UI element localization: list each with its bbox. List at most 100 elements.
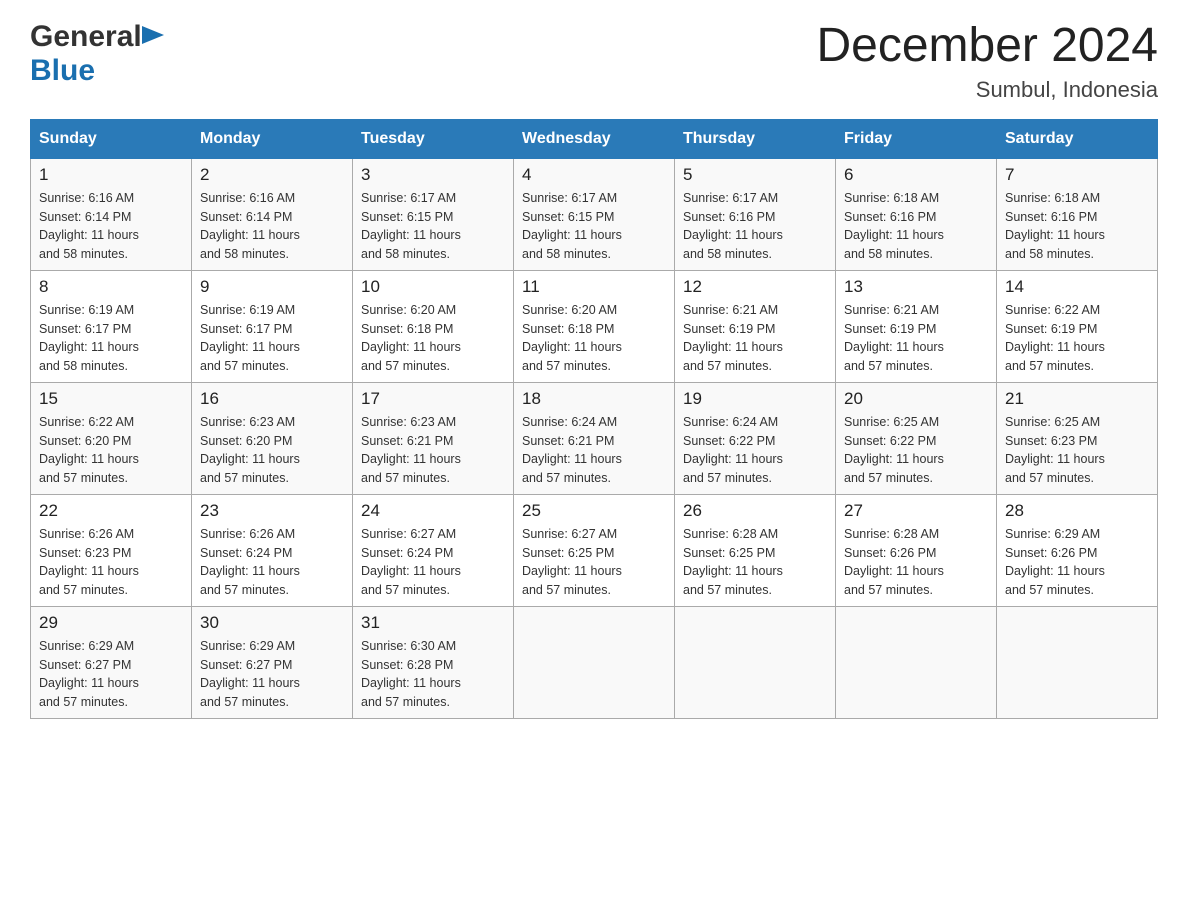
week-row-3: 15 Sunrise: 6:22 AM Sunset: 6:20 PM Dayl… [31,382,1158,494]
day-info: Sunrise: 6:21 AM Sunset: 6:19 PM Dayligh… [683,301,827,376]
header-monday: Monday [192,119,353,158]
day-number: 22 [39,501,183,521]
header-wednesday: Wednesday [514,119,675,158]
header-friday: Friday [836,119,997,158]
logo-general-text: General [30,20,142,54]
header-sunday: Sunday [31,119,192,158]
day-info: Sunrise: 6:29 AM Sunset: 6:27 PM Dayligh… [200,637,344,712]
day-number: 20 [844,389,988,409]
day-number: 7 [1005,165,1149,185]
day-number: 27 [844,501,988,521]
calendar-cell: 2 Sunrise: 6:16 AM Sunset: 6:14 PM Dayli… [192,158,353,270]
logo-blue-text: Blue [30,54,95,88]
day-number: 10 [361,277,505,297]
header-saturday: Saturday [997,119,1158,158]
day-info: Sunrise: 6:17 AM Sunset: 6:15 PM Dayligh… [522,189,666,264]
day-info: Sunrise: 6:16 AM Sunset: 6:14 PM Dayligh… [200,189,344,264]
calendar-cell [836,606,997,718]
day-info: Sunrise: 6:24 AM Sunset: 6:21 PM Dayligh… [522,413,666,488]
calendar-title-area: December 2024 Sumbul, Indonesia [816,20,1158,103]
day-number: 25 [522,501,666,521]
calendar-cell: 18 Sunrise: 6:24 AM Sunset: 6:21 PM Dayl… [514,382,675,494]
day-info: Sunrise: 6:16 AM Sunset: 6:14 PM Dayligh… [39,189,183,264]
week-row-2: 8 Sunrise: 6:19 AM Sunset: 6:17 PM Dayli… [31,270,1158,382]
calendar-cell: 1 Sunrise: 6:16 AM Sunset: 6:14 PM Dayli… [31,158,192,270]
day-number: 9 [200,277,344,297]
day-info: Sunrise: 6:24 AM Sunset: 6:22 PM Dayligh… [683,413,827,488]
calendar-title: December 2024 [816,20,1158,73]
header-tuesday: Tuesday [353,119,514,158]
page-header: General Blue December 2024 Sumbul, Indon… [30,20,1158,103]
day-number: 1 [39,165,183,185]
calendar-cell: 8 Sunrise: 6:19 AM Sunset: 6:17 PM Dayli… [31,270,192,382]
calendar-cell: 9 Sunrise: 6:19 AM Sunset: 6:17 PM Dayli… [192,270,353,382]
day-info: Sunrise: 6:27 AM Sunset: 6:24 PM Dayligh… [361,525,505,600]
calendar-cell: 6 Sunrise: 6:18 AM Sunset: 6:16 PM Dayli… [836,158,997,270]
day-number: 11 [522,277,666,297]
day-info: Sunrise: 6:28 AM Sunset: 6:26 PM Dayligh… [844,525,988,600]
calendar-cell: 4 Sunrise: 6:17 AM Sunset: 6:15 PM Dayli… [514,158,675,270]
day-number: 29 [39,613,183,633]
day-info: Sunrise: 6:27 AM Sunset: 6:25 PM Dayligh… [522,525,666,600]
day-number: 18 [522,389,666,409]
calendar-cell [675,606,836,718]
calendar-header-row: SundayMondayTuesdayWednesdayThursdayFrid… [31,119,1158,158]
calendar-cell: 30 Sunrise: 6:29 AM Sunset: 6:27 PM Dayl… [192,606,353,718]
calendar-cell: 23 Sunrise: 6:26 AM Sunset: 6:24 PM Dayl… [192,494,353,606]
header-thursday: Thursday [675,119,836,158]
logo: General Blue [30,20,164,88]
day-number: 2 [200,165,344,185]
calendar-cell: 15 Sunrise: 6:22 AM Sunset: 6:20 PM Dayl… [31,382,192,494]
calendar-cell: 10 Sunrise: 6:20 AM Sunset: 6:18 PM Dayl… [353,270,514,382]
day-number: 28 [1005,501,1149,521]
calendar-cell [997,606,1158,718]
day-number: 16 [200,389,344,409]
day-number: 4 [522,165,666,185]
day-info: Sunrise: 6:25 AM Sunset: 6:23 PM Dayligh… [1005,413,1149,488]
day-number: 8 [39,277,183,297]
day-info: Sunrise: 6:22 AM Sunset: 6:20 PM Dayligh… [39,413,183,488]
calendar-cell: 14 Sunrise: 6:22 AM Sunset: 6:19 PM Dayl… [997,270,1158,382]
day-info: Sunrise: 6:17 AM Sunset: 6:15 PM Dayligh… [361,189,505,264]
day-number: 12 [683,277,827,297]
calendar-cell: 31 Sunrise: 6:30 AM Sunset: 6:28 PM Dayl… [353,606,514,718]
calendar-cell: 27 Sunrise: 6:28 AM Sunset: 6:26 PM Dayl… [836,494,997,606]
day-info: Sunrise: 6:17 AM Sunset: 6:16 PM Dayligh… [683,189,827,264]
calendar-cell: 16 Sunrise: 6:23 AM Sunset: 6:20 PM Dayl… [192,382,353,494]
day-number: 13 [844,277,988,297]
logo-arrow-icon [142,26,164,49]
calendar-subtitle: Sumbul, Indonesia [816,77,1158,103]
day-number: 15 [39,389,183,409]
day-number: 6 [844,165,988,185]
day-number: 14 [1005,277,1149,297]
week-row-5: 29 Sunrise: 6:29 AM Sunset: 6:27 PM Dayl… [31,606,1158,718]
week-row-1: 1 Sunrise: 6:16 AM Sunset: 6:14 PM Dayli… [31,158,1158,270]
day-info: Sunrise: 6:23 AM Sunset: 6:21 PM Dayligh… [361,413,505,488]
calendar-cell: 12 Sunrise: 6:21 AM Sunset: 6:19 PM Dayl… [675,270,836,382]
calendar-cell: 24 Sunrise: 6:27 AM Sunset: 6:24 PM Dayl… [353,494,514,606]
calendar-cell [514,606,675,718]
day-number: 5 [683,165,827,185]
day-info: Sunrise: 6:29 AM Sunset: 6:26 PM Dayligh… [1005,525,1149,600]
calendar-cell: 17 Sunrise: 6:23 AM Sunset: 6:21 PM Dayl… [353,382,514,494]
day-info: Sunrise: 6:29 AM Sunset: 6:27 PM Dayligh… [39,637,183,712]
day-info: Sunrise: 6:19 AM Sunset: 6:17 PM Dayligh… [200,301,344,376]
day-number: 26 [683,501,827,521]
day-info: Sunrise: 6:23 AM Sunset: 6:20 PM Dayligh… [200,413,344,488]
calendar-cell: 25 Sunrise: 6:27 AM Sunset: 6:25 PM Dayl… [514,494,675,606]
calendar-cell: 7 Sunrise: 6:18 AM Sunset: 6:16 PM Dayli… [997,158,1158,270]
day-number: 30 [200,613,344,633]
day-number: 24 [361,501,505,521]
day-info: Sunrise: 6:21 AM Sunset: 6:19 PM Dayligh… [844,301,988,376]
day-info: Sunrise: 6:25 AM Sunset: 6:22 PM Dayligh… [844,413,988,488]
day-info: Sunrise: 6:28 AM Sunset: 6:25 PM Dayligh… [683,525,827,600]
day-number: 17 [361,389,505,409]
calendar-cell: 19 Sunrise: 6:24 AM Sunset: 6:22 PM Dayl… [675,382,836,494]
day-number: 3 [361,165,505,185]
calendar-cell: 13 Sunrise: 6:21 AM Sunset: 6:19 PM Dayl… [836,270,997,382]
day-info: Sunrise: 6:22 AM Sunset: 6:19 PM Dayligh… [1005,301,1149,376]
calendar-cell: 20 Sunrise: 6:25 AM Sunset: 6:22 PM Dayl… [836,382,997,494]
day-number: 19 [683,389,827,409]
calendar-cell: 21 Sunrise: 6:25 AM Sunset: 6:23 PM Dayl… [997,382,1158,494]
calendar-cell: 26 Sunrise: 6:28 AM Sunset: 6:25 PM Dayl… [675,494,836,606]
